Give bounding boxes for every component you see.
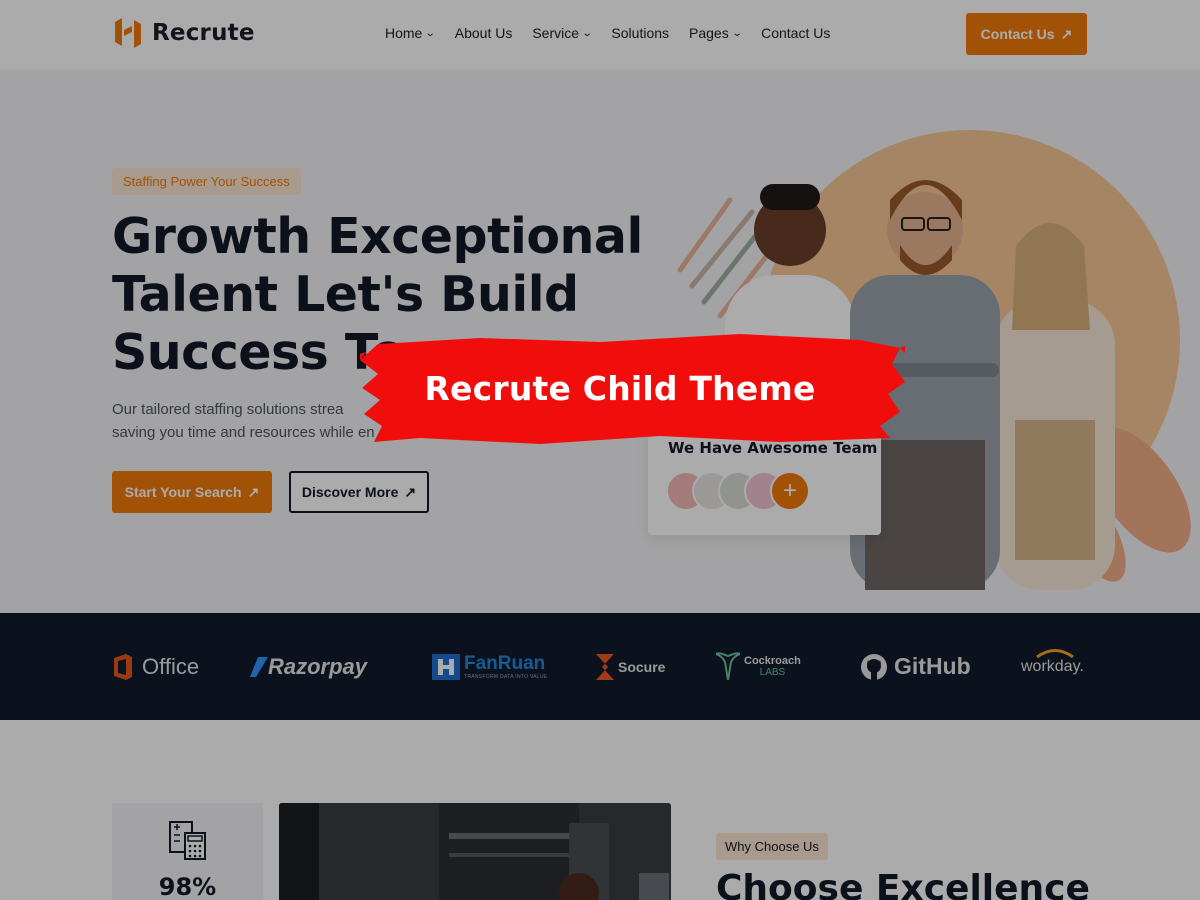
nav-label: About Us [454,25,513,41]
brand-label: Office [142,653,200,679]
nav-label: Solutions [611,25,670,41]
nav-item-home[interactable]: Home ⌄ [385,25,437,41]
brand-socure: Socure [596,613,665,720]
fanruan-icon [432,653,460,680]
brand-label: Razorpay [268,653,368,679]
brand-label: workday. [1021,657,1084,675]
nav-label: Contact Us [761,25,831,41]
start-search-button[interactable]: Start Your Search ↗ [112,471,272,513]
team-avatars: + [666,471,810,511]
add-team-member-button[interactable]: + [770,471,810,511]
github-icon [861,653,887,680]
hero-title-line: Talent Let's Build [112,266,579,323]
brand-github: GitHub [860,613,971,720]
chevron-down-icon: ⌄ [581,27,593,39]
nav-label: Pages [689,25,729,41]
why-choose-us-badge: Why Choose Us [716,833,828,860]
nav-item-service[interactable]: Service ⌄ [532,25,593,41]
socure-icon [596,653,614,680]
main-nav: Home ⌄ About Us Service ⌄ Solutions Page… [385,25,830,41]
arrow-up-right-icon: ↗ [404,483,417,500]
site-header: Recrute Home ⌄ About Us Service ⌄ Soluti… [0,0,1200,70]
brand-label: GitHub [894,653,971,679]
brand-label: Cockroach [744,654,801,667]
nav-item-solutions[interactable]: Solutions [611,25,669,41]
page: Recrute Home ⌄ About Us Service ⌄ Soluti… [0,0,1200,900]
hero-title-line: Growth Exceptional [112,208,643,265]
brand-label-secondary: LABS [759,666,786,678]
brand-tagline: TRANSFORM DATA INTO VALUE [464,673,548,680]
nav-item-contact-us[interactable]: Contact Us [761,25,830,41]
brand-logos-bar: Office Razorpay FanRuan TRANSFORM DATA I… [0,613,1200,720]
banner-title: Recrute Child Theme [424,368,816,408]
cockroach-icon [716,651,740,680]
nav-item-pages[interactable]: Pages ⌄ [689,25,743,41]
nav-label: Service [532,25,580,41]
discover-more-label: Discover More [301,484,399,500]
office-icon [114,653,132,680]
discover-more-button[interactable]: Discover More ↗ [289,471,429,513]
contact-us-label: Contact Us [980,26,1055,42]
razorpay-icon [250,656,268,677]
arrow-up-right-icon: ↗ [1060,25,1073,42]
office-photo [279,803,671,900]
chevron-down-icon: ⌄ [731,27,743,39]
chevron-down-icon: ⌄ [425,27,437,39]
hero-tagline-badge: Staffing Power Your Success [112,168,301,195]
why-choose-us-title: Choose Excellence [716,868,1090,900]
logo-text: Recrute [152,20,255,46]
plus-icon: + [782,477,797,504]
arrow-up-right-icon: ↗ [247,483,260,500]
nav-item-about-us[interactable]: About Us [455,25,513,41]
stat-value: 98% [158,873,217,900]
brand-razorpay: Razorpay [250,613,367,720]
contact-us-button[interactable]: Contact Us ↗ [966,13,1087,55]
logo[interactable]: Recrute [112,16,255,50]
brand-cockroach-labs: Cockroach LABS [716,613,801,720]
office-photo-graphic [279,803,671,900]
nav-label: Home [385,25,423,41]
brand-label: FanRuan [464,652,546,674]
brand-workday: workday. [1021,613,1084,720]
calculator-icon [169,821,206,860]
start-search-label: Start Your Search [124,484,242,500]
stat-card: 98% [112,803,263,900]
brand-fanruan: FanRuan TRANSFORM DATA INTO VALUE [432,613,548,720]
brand-office: Office [112,613,199,720]
brand-label: Socure [618,658,666,675]
workday-icon [1036,648,1074,658]
logo-mark-icon [115,18,141,48]
